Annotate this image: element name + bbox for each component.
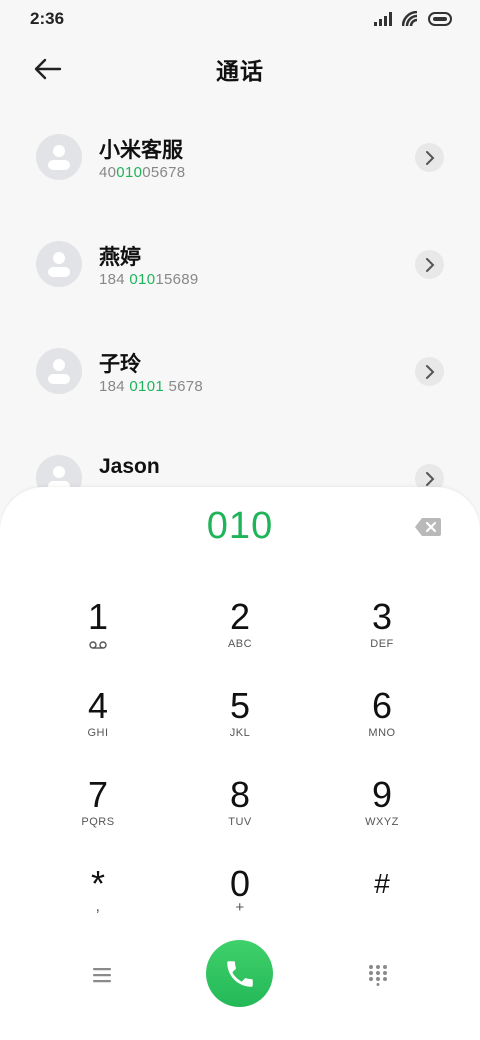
keypad-toggle-button[interactable] xyxy=(368,964,388,986)
key-star[interactable]: * , xyxy=(43,864,153,944)
key-6[interactable]: 6 MNO xyxy=(327,686,437,766)
contact-detail-button[interactable] xyxy=(415,357,444,386)
key-9[interactable]: 9 WXYZ xyxy=(327,775,437,855)
chevron-right-icon xyxy=(425,257,434,272)
call-button[interactable] xyxy=(206,940,273,1007)
voicemail-icon xyxy=(89,641,107,649)
back-arrow-icon xyxy=(34,58,62,80)
contact-number: 184 01015689 xyxy=(99,271,199,288)
avatar xyxy=(36,241,82,287)
back-button[interactable] xyxy=(30,54,66,84)
contact-detail-button[interactable] xyxy=(415,250,444,279)
signal-icon xyxy=(374,12,392,26)
battery-icon xyxy=(428,12,452,26)
status-icons xyxy=(374,11,452,27)
chevron-right-icon xyxy=(425,150,434,165)
list-item[interactable]: 小米客服 4001005678 xyxy=(0,104,480,211)
contact-name: 小米客服 xyxy=(99,139,183,162)
contact-detail-button[interactable] xyxy=(415,143,444,172)
list-item[interactable]: 子玲 184 0101 5678 xyxy=(0,318,480,425)
contact-name: Jason xyxy=(99,455,160,478)
status-time: 2:36 xyxy=(30,9,65,28)
key-7[interactable]: 7 PQRS xyxy=(43,775,153,855)
avatar xyxy=(36,348,82,394)
key-0[interactable]: 0 + xyxy=(185,864,295,944)
menu-button[interactable] xyxy=(91,965,113,985)
backspace-icon xyxy=(415,518,441,536)
chevron-right-icon xyxy=(425,471,434,486)
chevron-right-icon xyxy=(425,364,434,379)
key-hash[interactable]: # xyxy=(327,864,437,944)
dial-input[interactable]: 010 xyxy=(0,505,480,548)
contact-name: 子玲 xyxy=(99,353,141,376)
contact-list: 小米客服 4001005678 燕婷 184 01015689 子玲 184 0… xyxy=(0,104,480,532)
dialer-bottom-bar xyxy=(0,940,480,1010)
key-1[interactable]: 1 xyxy=(43,597,153,677)
contact-number: 184 0101 5678 xyxy=(99,378,204,395)
status-bar: 2:36 xyxy=(0,0,480,38)
key-8[interactable]: 8 TUV xyxy=(185,775,295,855)
backspace-button[interactable] xyxy=(414,517,442,537)
dialer-panel: 010 1 2 ABC 3 DEF 4 GHI 5 JKL 6 MNO 7 PQ… xyxy=(0,487,480,1040)
phone-icon xyxy=(226,960,253,987)
key-2[interactable]: 2 ABC xyxy=(185,597,295,677)
page-title: 通话 xyxy=(216,58,264,84)
wifi-icon xyxy=(402,11,418,27)
avatar xyxy=(36,134,82,180)
list-item[interactable]: 燕婷 184 01015689 xyxy=(0,211,480,318)
contact-number: 4001005678 xyxy=(99,164,186,181)
header: 通话 xyxy=(0,44,480,94)
contact-name: 燕婷 xyxy=(99,246,141,269)
key-5[interactable]: 5 JKL xyxy=(185,686,295,766)
key-4[interactable]: 4 GHI xyxy=(43,686,153,766)
keypad-icon xyxy=(369,965,387,986)
menu-icon xyxy=(93,968,111,983)
key-3[interactable]: 3 DEF xyxy=(327,597,437,677)
